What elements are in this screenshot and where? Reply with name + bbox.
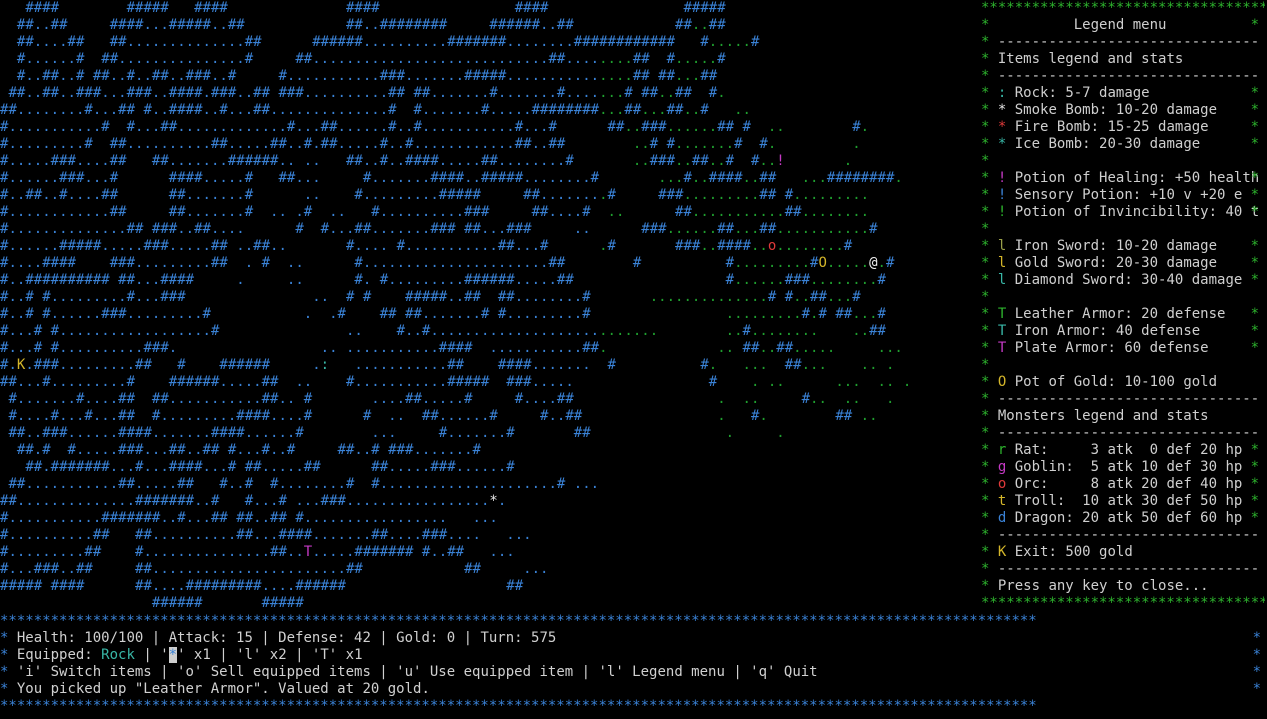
monster-entry: * o Orc: 8 atk 20 def 40 hp * <box>981 476 1259 492</box>
sword-text: Iron Sword: 10-20 damage <box>1014 238 1218 254</box>
item-text: Rock: 5-7 damage <box>1014 85 1150 101</box>
monster-entry: * d Dragon: 20 atk 50 def 60 hp * <box>981 510 1259 526</box>
map-entity: : <box>320 357 330 373</box>
map-entity: K <box>16 357 26 373</box>
monster-text: Troll: 10 atk 30 def 50 hp <box>1014 493 1243 509</box>
armor-text: Plate Armor: 60 defense <box>1014 340 1209 356</box>
monster-text: Goblin: 5 atk 10 def 30 hp <box>1014 459 1243 475</box>
map-entity: ! <box>776 153 785 169</box>
sword-text: Diamond Sword: 30-40 damage <box>1014 272 1243 288</box>
item-entry: * * Ice Bomb: 20-30 damage * <box>981 136 1259 152</box>
potion-symbol: ! <box>997 204 1007 220</box>
sword-entry: * l Diamond Sword: 30-40 damage * <box>981 272 1259 288</box>
monster-entry: * t Troll: 10 atk 30 def 50 hp * <box>981 493 1259 509</box>
legend-bottom-border: *********************************** <box>981 595 1265 611</box>
armor-symbol: T <box>997 323 1007 339</box>
inventory-cursor[interactable]: * <box>168 647 178 663</box>
monsters-list: * r Rat: 3 atk 0 def 20 hp * * g Goblin: 5… <box>981 442 1265 527</box>
armor-text: Leather Armor: 20 defense <box>1014 306 1226 322</box>
item-text: Fire Bomb: 15-25 damage <box>1014 119 1209 135</box>
legend-gold: * O Pot of Gold: 10-100 gold <box>981 374 1218 390</box>
monsters-header: Monsters legend and stats <box>997 408 1209 424</box>
armor-entry: * T Plate Armor: 60 defense * <box>981 340 1259 356</box>
status-bottom-border: ****************************************… <box>0 698 1037 714</box>
legend-title: Legend menu <box>1073 17 1167 33</box>
potions-list: * ! Potion of Healing: +50 health * * ! Se… <box>981 170 1265 221</box>
sword-symbol: l <box>997 272 1007 288</box>
item-symbol: * <box>997 136 1007 152</box>
item-entry: * * Fire Bomb: 15-25 damage * <box>981 119 1259 135</box>
inventory-summary: ' x1 | 'l' x2 | 'T' x1 <box>177 647 363 663</box>
potion-entry: * ! Potion of Invincibility: 40 t * <box>981 204 1260 220</box>
status-panel: ****************************************… <box>0 613 1267 715</box>
legend-divider: ------------------------------- <box>997 425 1260 441</box>
monster-text: Dragon: 20 atk 50 def 60 hp <box>1014 510 1243 526</box>
player-marker: @ <box>869 255 878 271</box>
exit-text: Exit: 500 gold <box>1014 544 1133 560</box>
armor-list: * T Leather Armor: 20 defense * * T Iron A… <box>981 306 1265 357</box>
potion-entry: * ! Sensory Potion: +10 v +20 e * <box>981 187 1259 203</box>
close-hint[interactable]: Press any key to close... <box>998 578 1209 594</box>
legend-exit: * K Exit: 500 gold <box>981 544 1133 560</box>
item-symbol: * <box>997 102 1007 118</box>
game-message: You picked up "Leather Armor". Valued at… <box>16 681 430 697</box>
sword-text: Gold Sword: 20-30 damage <box>1014 255 1218 271</box>
monster-entry: * g Goblin: 5 atk 10 def 30 hp * <box>981 459 1259 475</box>
armor-symbol: T <box>997 306 1007 322</box>
items-header: Items legend and stats <box>997 51 1184 67</box>
item-symbol: * <box>997 119 1007 135</box>
monster-symbol: g <box>997 459 1007 475</box>
legend-divider: ------------------------------- <box>997 68 1260 84</box>
map-entity: O <box>818 255 827 271</box>
potion-text: Potion of Healing: +50 health <box>1014 170 1260 186</box>
item-text: Smoke Bomb: 10-20 damage <box>1014 102 1218 118</box>
item-entry: * * Smoke Bomb: 10-20 damage * <box>981 102 1259 118</box>
map-entity: o <box>767 238 777 254</box>
potion-symbol: ! <box>997 187 1007 203</box>
items-list: * : Rock: 5-7 damage * * * Smoke Bomb: 10-… <box>981 85 1265 153</box>
potion-symbol: ! <box>997 170 1007 186</box>
monster-symbol: o <box>997 476 1007 492</box>
swords-list: * l Iron Sword: 10-20 damage * * l Gold Sw… <box>981 238 1265 289</box>
monster-symbol: t <box>997 493 1007 509</box>
armor-entry: * T Leather Armor: 20 defense * <box>981 306 1259 322</box>
map-entity: * <box>489 493 498 509</box>
legend-top-border: *********************************** <box>981 0 1265 16</box>
status-top-border: ****************************************… <box>0 613 1037 629</box>
player-stats: Health: 100/100 | Attack: 15 | Defense: … <box>16 630 557 646</box>
sword-symbol: l <box>997 238 1007 254</box>
exit-symbol: K <box>997 544 1007 560</box>
legend-divider: ------------------------------- <box>997 527 1260 543</box>
monster-symbol: r <box>997 442 1007 458</box>
sword-entry: * l Gold Sword: 20-30 damage * <box>981 255 1259 271</box>
potion-text: Potion of Invincibility: 40 t <box>1014 204 1260 220</box>
sword-symbol: l <box>997 255 1007 271</box>
potion-text: Sensory Potion: +10 v +20 e <box>1014 187 1243 203</box>
item-entry: * : Rock: 5-7 damage * <box>981 85 1259 101</box>
sword-entry: * l Iron Sword: 10-20 damage * <box>981 238 1259 254</box>
potion-entry: * ! Potion of Healing: +50 health * <box>981 170 1260 186</box>
legend-divider: ------------------------------- <box>997 34 1260 50</box>
gold-text: Pot of Gold: 10-100 gold <box>1014 374 1218 390</box>
item-text: Ice Bomb: 20-30 damage <box>1014 136 1201 152</box>
legend-divider: ------------------------------- <box>997 561 1260 577</box>
dungeon-map: #### ##### #### #### #### ##### ##..## #… <box>0 0 975 615</box>
armor-symbol: T <box>997 340 1007 356</box>
equipped-item[interactable]: Rock <box>101 647 135 663</box>
map-entity: T <box>303 544 313 560</box>
armor-text: Iron Armor: 40 defense <box>1014 323 1201 339</box>
monster-text: Rat: 3 atk 0 def 20 hp <box>1014 442 1243 458</box>
legend-divider: ------------------------------- <box>997 391 1260 407</box>
monster-symbol: d <box>997 510 1007 526</box>
equipped-label: Equipped: <box>16 647 93 663</box>
gold-symbol: O <box>997 374 1007 390</box>
map-grid: #### ##### #### #### #### ##### ##..## #… <box>0 0 912 611</box>
command-help: 'i' Switch items | 'o' Sell equipped ite… <box>16 664 818 680</box>
monster-text: Orc: 8 atk 20 def 40 hp <box>1014 476 1243 492</box>
monster-entry: * r Rat: 3 atk 0 def 20 hp * <box>981 442 1259 458</box>
armor-entry: * T Iron Armor: 40 defense * <box>981 323 1259 339</box>
item-symbol: : <box>997 85 1007 101</box>
legend-menu: *********************************** * Le… <box>981 0 1265 611</box>
